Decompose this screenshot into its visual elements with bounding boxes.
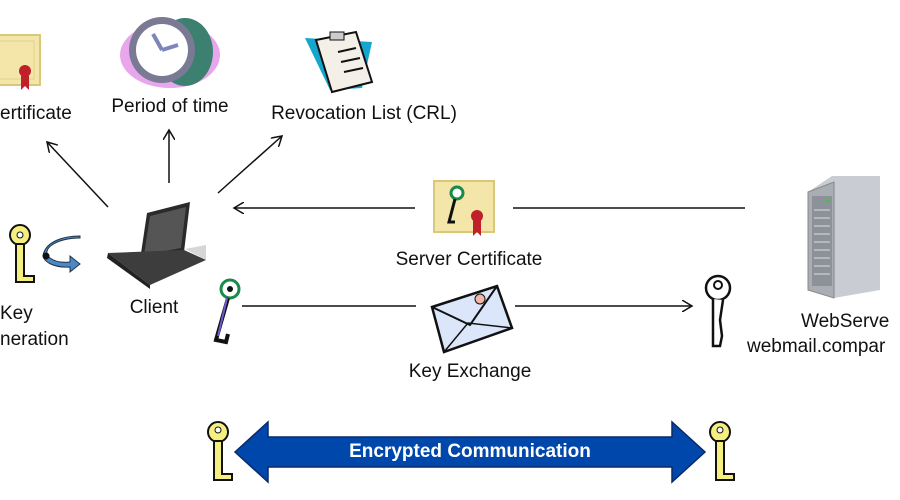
key-generation-label-line2: neration bbox=[0, 329, 69, 350]
crl-label: Revocation List (CRL) bbox=[271, 103, 457, 124]
blue-key-icon bbox=[213, 278, 241, 345]
period-of-time-label: Period of time bbox=[111, 96, 229, 117]
encrypted-communication-label: Encrypted Communication bbox=[349, 441, 591, 462]
envelope-icon bbox=[430, 284, 514, 354]
clipboard-icon bbox=[305, 30, 374, 94]
webserver-label-line1: WebServe bbox=[801, 311, 890, 332]
client-label: Client bbox=[129, 297, 179, 318]
server-icon bbox=[807, 176, 880, 299]
yellow-key-icon bbox=[9, 224, 35, 283]
certificate-label: ertificate bbox=[0, 103, 72, 124]
cycle-arrow-icon bbox=[42, 235, 81, 274]
webserver-label-line2: webmail.compar bbox=[747, 336, 886, 357]
clock-icon bbox=[120, 17, 220, 88]
server-certificate-label: Server Certificate bbox=[395, 249, 543, 270]
laptop-icon bbox=[107, 202, 206, 289]
white-key-icon bbox=[704, 274, 732, 348]
key-exchange-label: Key Exchange bbox=[408, 361, 532, 382]
server-certificate-icon bbox=[433, 180, 495, 236]
ssl-diagram: ertificate Period of time Revocation Lis… bbox=[0, 0, 900, 500]
left-yellow-key-icon bbox=[207, 421, 233, 481]
right-yellow-key-icon bbox=[709, 421, 735, 481]
arrow-to-crl bbox=[217, 136, 282, 194]
certificate-icon bbox=[0, 34, 41, 90]
arrow-to-certificate bbox=[47, 142, 109, 208]
key-generation-label-line1: Key bbox=[0, 303, 33, 324]
